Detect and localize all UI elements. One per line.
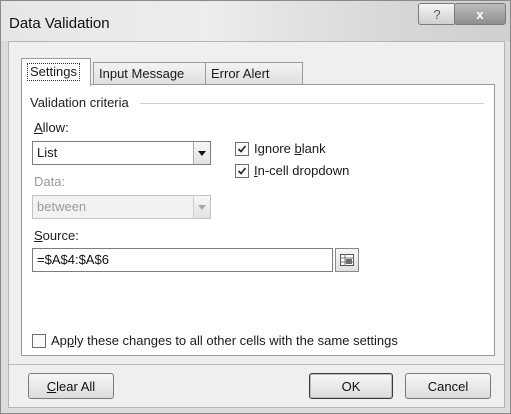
range-select-icon [340,254,354,266]
data-select: between [32,195,211,219]
tab-error-alert[interactable]: Error Alert [205,62,303,85]
source-label: Source: [34,228,79,243]
apply-all-checkbox[interactable] [32,334,46,348]
ignore-blank-label: Ignore blank [254,141,326,156]
close-icon: x [476,6,484,22]
tab-input-message[interactable]: Input Message [93,62,217,85]
dialog-title: Data Validation [9,15,110,32]
in-cell-dropdown-checkbox[interactable] [235,164,249,178]
dialog-body: Settings Input Message Error Alert Valid… [8,41,505,408]
data-label: Data: [34,174,66,189]
ignore-blank-checkbox[interactable] [235,142,249,156]
data-select-value: between [37,199,87,214]
clear-all-button[interactable]: Clear All [28,373,114,399]
source-input-field[interactable] [37,252,317,267]
settings-panel: Validation criteria Allow: List Ignore b… [21,84,495,356]
checkmark-icon [237,167,247,175]
collapse-dialog-button[interactable] [335,248,359,272]
cancel-label: Cancel [427,378,469,394]
allow-select[interactable]: List [32,141,211,165]
cancel-button[interactable]: Cancel [405,373,491,399]
clear-all-label: Clear All [46,378,96,394]
tab-settings-label: Settings [27,63,80,81]
chevron-down-icon [193,196,210,218]
ok-button[interactable]: OK [309,373,393,399]
validation-criteria-label: Validation criteria [30,95,135,110]
data-validation-dialog: Data Validation ? x Settings Input Messa… [0,0,511,414]
tab-settings[interactable]: Settings [21,58,91,86]
group-divider [140,103,484,104]
tab-error-alert-label: Error Alert [211,66,270,81]
chevron-down-icon [193,142,210,164]
title-bar: Data Validation ? x [1,1,510,41]
footer-divider [9,364,504,365]
close-button[interactable]: x [454,3,506,25]
in-cell-dropdown-label: In-cell dropdown [254,163,350,178]
apply-all-label: Apply these changes to all other cells w… [51,333,398,348]
help-icon: ? [433,6,441,22]
checkmark-icon [237,145,247,153]
ok-label: OK [341,378,361,394]
source-input[interactable] [32,248,333,272]
allow-select-value: List [37,145,58,160]
tab-input-message-label: Input Message [99,66,185,81]
help-button[interactable]: ? [418,3,456,25]
allow-label: Allow: [34,120,69,135]
